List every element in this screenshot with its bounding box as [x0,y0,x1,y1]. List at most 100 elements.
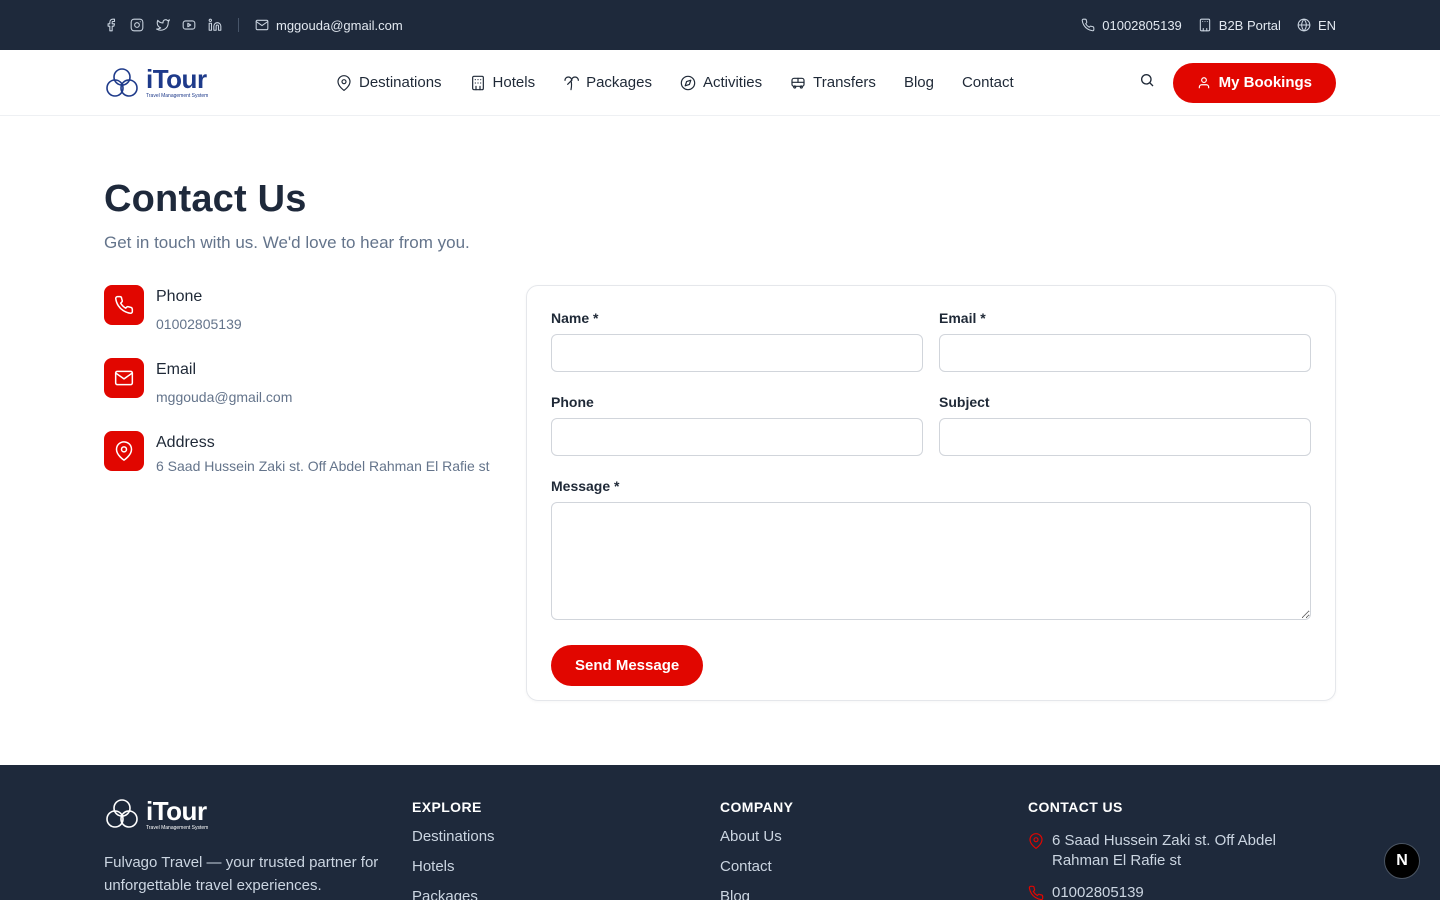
send-message-button[interactable]: Send Message [551,645,704,686]
nav-packages[interactable]: Packages [563,74,652,91]
message-label: Message * [551,478,620,494]
youtube-icon[interactable] [182,18,196,32]
nav-activities[interactable]: Activities [680,74,762,91]
nav-hotels[interactable]: Hotels [470,74,536,91]
footer-link-packages[interactable]: Packages [412,888,720,900]
footer-heading: EXPLORE [412,799,482,815]
main-content: Contact Us Get in touch with us. We'd lo… [0,116,1440,765]
phone-field[interactable] [551,418,923,456]
b2b-portal-link[interactable]: B2B Portal [1198,18,1281,33]
globe-icon [1297,18,1311,32]
nav-destinations[interactable]: Destinations [336,74,442,91]
footer-link-destinations[interactable]: Destinations [412,828,720,845]
footer-phone[interactable]: 01002805139 [1028,883,1336,900]
divider [238,18,239,32]
page-title: Contact Us [104,178,307,220]
map-pin-icon [104,431,144,471]
info-email: Email mggouda@gmail.com [104,358,526,407]
logo-tagline: Travel Management System [146,824,209,831]
nav-label: Packages [586,74,652,91]
compass-icon [680,75,696,90]
main-header: iTour Travel Management System Destinati… [0,50,1440,116]
info-phone: Phone 01002805139 [104,285,526,334]
footer-link-contact[interactable]: Contact [720,858,1028,875]
my-bookings-label: My Bookings [1218,74,1312,91]
my-bookings-button[interactable]: My Bookings [1172,62,1336,103]
contact-form: Name * Email * Phone Subject Message * S… [526,285,1336,701]
search-icon [1140,74,1154,87]
phone-label: Phone [551,394,594,410]
building-icon [1199,18,1210,32]
footer-contact: CONTACT US 6 Saad Hussein Zaki st. Off A… [1028,797,1336,900]
nav-blog[interactable]: Blog [904,74,934,91]
nav-label: Blog [903,74,934,91]
phone-icon [1081,18,1095,32]
user-icon [1198,76,1209,88]
facebook-icon[interactable] [104,18,118,32]
social-links [104,18,222,32]
logo-icon [106,67,138,97]
footer-description: Fulvago Travel — your trusted partner fo… [104,854,379,894]
mail-icon [104,358,144,398]
linkedin-icon[interactable] [208,18,222,32]
footer-explore: EXPLORE Destinations Hotels Packages [412,797,720,900]
logo[interactable]: iTour Travel Management System [104,66,334,100]
footer: iTour Travel Management System Fulvago T… [0,765,1440,900]
name-field[interactable] [551,334,923,372]
email-label: Email * [939,310,986,326]
info-value: 6 Saad Hussein Zaki st. Off Abdel Rahman… [156,458,490,474]
logo-icon [106,799,138,828]
email-field[interactable] [939,334,1311,372]
footer-address-text: 6 Saad Hussein Zaki st. Off Abdel Rahman… [1052,832,1277,869]
footer-phone-text: 01002805139 [1052,884,1144,900]
nav-label: Destinations [359,74,442,91]
subject-field[interactable] [939,418,1311,456]
palm-tree-icon [564,75,580,90]
topbar-phone[interactable]: 01002805139 [1081,18,1182,33]
name-label: Name * [551,310,599,326]
footer-link-about[interactable]: About Us [720,828,1028,845]
info-label: Address [156,434,215,451]
nav-label: Hotels [492,74,536,91]
footer-logo[interactable]: iTour Travel Management System [104,797,412,831]
map-pin-icon [1029,833,1043,849]
info-label: Phone [156,288,203,305]
info-value[interactable]: mggouda@gmail.com [156,387,292,407]
topbar-email-text: mggouda@gmail.com [276,17,403,33]
topbar-phone-text: 01002805139 [1102,17,1182,33]
nav-label: Activities [702,74,763,91]
footer-address: 6 Saad Hussein Zaki st. Off Abdel Rahman… [1028,831,1336,871]
footer-brand: iTour Travel Management System Fulvago T… [104,797,412,900]
mail-icon [255,19,269,31]
nav-transfers[interactable]: Transfers [790,74,876,91]
subject-label: Subject [939,394,990,410]
instagram-icon[interactable] [130,18,144,32]
logo-name: iTour [146,795,207,826]
info-value[interactable]: 01002805139 [156,314,242,334]
search-button[interactable] [1139,72,1155,93]
footer-link-hotels[interactable]: Hotels [412,858,720,875]
main-nav: Destinations Hotels Packages Activities … [336,74,1014,91]
b2b-portal-label: B2B Portal [1218,17,1281,33]
contact-info: Phone 01002805139 Email mggouda@gmail.co… [104,285,526,701]
footer-heading: COMPANY [720,799,794,815]
top-bar: mggouda@gmail.com 01002805139 B2B Portal… [0,0,1440,50]
message-field[interactable] [551,502,1311,620]
dev-indicator-badge[interactable]: N [1384,843,1420,879]
bus-icon [791,77,805,89]
footer-link-blog[interactable]: Blog [720,888,1028,900]
page-subtitle: Get in touch with us. We'd love to hear … [104,233,470,252]
topbar-email[interactable]: mggouda@gmail.com [255,18,403,33]
phone-icon [1028,885,1044,900]
building-icon [471,75,484,90]
footer-heading: CONTACT US [1028,799,1123,815]
map-pin-icon [337,74,351,91]
nav-label: Transfers [813,74,876,91]
info-address: Address 6 Saad Hussein Zaki st. Off Abde… [104,431,526,476]
nav-label: Contact [961,74,1014,91]
language-selector[interactable]: EN [1297,18,1336,33]
logo-name: iTour [146,64,207,94]
twitter-icon[interactable] [156,18,170,32]
language-label: EN [1317,17,1336,33]
nav-contact[interactable]: Contact [962,74,1014,91]
